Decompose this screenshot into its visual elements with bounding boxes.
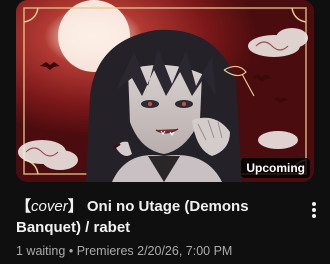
more-options-button[interactable] [304, 198, 324, 222]
title-cover-tag: cover [31, 198, 68, 215]
premiere-date: Premieres 2/20/26, 7:00 PM [76, 244, 233, 258]
meta-separator: • [68, 244, 74, 258]
video-title[interactable]: 【cover】 Oni no Utage (Demons Banquet) / … [16, 196, 298, 238]
video-thumbnail[interactable]: Upcoming [16, 0, 314, 182]
title-bracket-open: 【 [16, 198, 32, 215]
video-metadata: 1 waiting • Premieres 2/20/26, 7:00 PM [16, 242, 232, 260]
title-bracket-close: 】 [67, 198, 83, 215]
upcoming-badge: Upcoming [241, 158, 310, 178]
more-vertical-icon [312, 202, 316, 218]
thumbnail-artwork [16, 0, 314, 182]
video-card[interactable]: Upcoming 【cover】 Oni no Utage (Demons Ba… [0, 0, 330, 264]
waiting-count: 1 waiting [16, 244, 66, 258]
